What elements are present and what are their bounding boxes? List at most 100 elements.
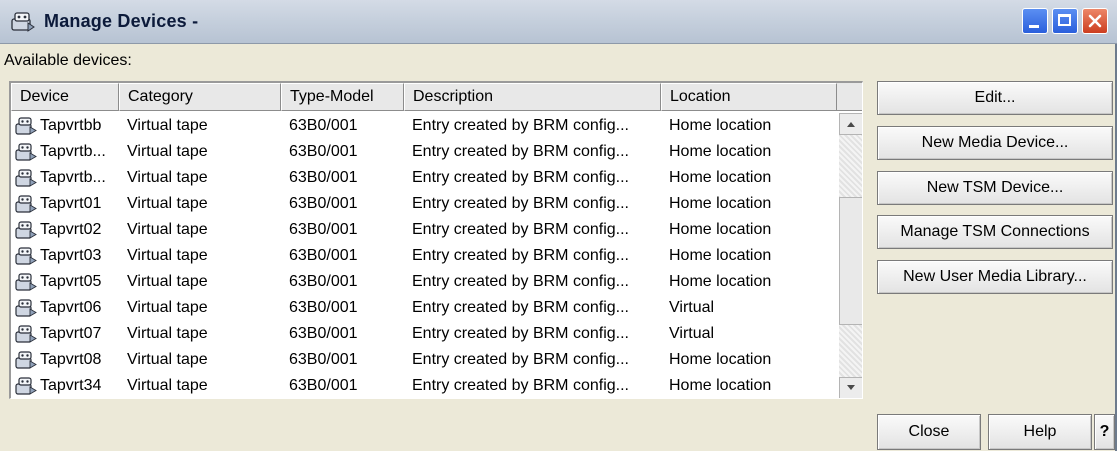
table-row[interactable]: Tapvrt02 Virtual tape 63B0/001 Entry create… — [11, 217, 837, 243]
column-header-description[interactable]: Description — [404, 83, 661, 111]
table-row[interactable]: Tapvrt08 Virtual tape 63B0/001 Entry create… — [11, 347, 837, 373]
tape-device-icon — [15, 350, 37, 370]
scrollbar-thumb[interactable] — [839, 197, 862, 325]
table-row[interactable]: Tapvrt06 Virtual tape 63B0/001 Entry create… — [11, 295, 837, 321]
device-name: Tapvrt06 — [40, 299, 102, 316]
cell-device: Tapvrt08 — [11, 350, 119, 370]
device-name: Tapvrt05 — [40, 273, 102, 290]
device-name: Tapvrt02 — [40, 221, 102, 238]
device-name: Tapvrt08 — [40, 351, 102, 368]
scroll-up-button[interactable] — [839, 113, 862, 135]
cell-type-model: 63B0/001 — [289, 117, 358, 134]
cell-device: Tapvrt06 — [11, 298, 119, 318]
cell-device: Tapvrt01 — [11, 194, 119, 214]
table-row[interactable]: Tapvrt01 Virtual tape 63B0/001 Entry create… — [11, 191, 837, 217]
cell-description: Entry created by BRM config... — [412, 325, 629, 342]
cell-type-model: 63B0/001 — [289, 143, 358, 160]
cell-type-model: 63B0/001 — [289, 195, 358, 212]
table-row[interactable]: Tapvrtb... Virtual tape 63B0/001 Entry crea… — [11, 139, 837, 165]
whats-this-button[interactable]: ? — [1094, 414, 1115, 450]
cell-type-model: 63B0/001 — [289, 169, 358, 186]
cell-description: Entry created by BRM config... — [412, 169, 629, 186]
title-bar[interactable]: Manage Devices - — [0, 0, 1117, 44]
available-devices-label: Available devices: — [4, 52, 132, 69]
cell-type-model: 63B0/001 — [289, 377, 358, 394]
window-title: Manage Devices - — [44, 11, 199, 31]
edit-button[interactable]: Edit... — [877, 81, 1113, 115]
cell-description: Entry created by BRM config... — [412, 299, 629, 316]
arrow-down-icon — [847, 385, 855, 390]
new-user-media-library-button[interactable]: New User Media Library... — [877, 260, 1113, 294]
tape-device-icon — [15, 220, 37, 240]
manage-tsm-connections-button[interactable]: Manage TSM Connections — [877, 215, 1113, 249]
cell-category: Virtual tape — [127, 377, 208, 394]
cell-location: Home location — [669, 195, 772, 212]
cell-device: Tapvrt34 — [11, 376, 119, 396]
cell-description: Entry created by BRM config... — [412, 221, 629, 238]
cell-device: Tapvrt07 — [11, 324, 119, 344]
tape-device-icon — [15, 298, 37, 318]
tape-device-icon — [15, 272, 37, 292]
help-button[interactable]: Help — [988, 414, 1092, 450]
cell-location: Home location — [669, 351, 772, 368]
device-name: Tapvrtbb — [40, 117, 102, 134]
tape-device-icon — [15, 376, 37, 396]
cell-type-model: 63B0/001 — [289, 325, 358, 342]
table-row[interactable]: Tapvrt07 Virtual tape 63B0/001 Entry create… — [11, 321, 837, 347]
cell-location: Home location — [669, 117, 772, 134]
cell-location: Home location — [669, 247, 772, 264]
device-name: Tapvrtb... — [40, 143, 106, 160]
column-header-category[interactable]: Category — [119, 83, 281, 111]
cell-location: Home location — [669, 143, 772, 160]
column-header-location[interactable]: Location — [661, 83, 837, 111]
tape-device-icon — [15, 246, 37, 266]
tape-device-icon — [15, 116, 37, 136]
new-media-device-button[interactable]: New Media Device... — [877, 126, 1113, 160]
cell-location: Home location — [669, 377, 772, 394]
device-name: Tapvrt01 — [40, 195, 102, 212]
maximize-button[interactable] — [1052, 8, 1078, 34]
table-row[interactable]: Tapvrtbb Virtual tape 63B0/001 Entry create… — [11, 113, 837, 139]
cell-description: Entry created by BRM config... — [412, 117, 629, 134]
cell-type-model: 63B0/001 — [289, 221, 358, 238]
scroll-down-button[interactable] — [839, 377, 862, 398]
column-header-type-model[interactable]: Type-Model — [281, 83, 404, 111]
cell-category: Virtual tape — [127, 247, 208, 264]
cell-device: Tapvrtb... — [11, 168, 119, 188]
close-icon — [1088, 14, 1102, 28]
new-tsm-device-button[interactable]: New TSM Device... — [877, 171, 1113, 205]
device-name: Tapvrt07 — [40, 325, 102, 342]
table-header: Device Category Type-Model Description Locat… — [11, 83, 837, 111]
cell-device: Tapvrt05 — [11, 272, 119, 292]
header-filler — [837, 83, 862, 111]
cell-category: Virtual tape — [127, 273, 208, 290]
maximize-icon — [1058, 14, 1071, 26]
cell-location: Home location — [669, 221, 772, 238]
cell-type-model: 63B0/001 — [289, 247, 358, 264]
tape-device-icon — [15, 194, 37, 214]
column-header-device[interactable]: Device — [11, 83, 119, 111]
close-window-button[interactable] — [1082, 8, 1108, 34]
cell-category: Virtual tape — [127, 169, 208, 186]
close-button[interactable]: Close — [877, 414, 981, 450]
cell-description: Entry created by BRM config... — [412, 247, 629, 264]
cell-device: Tapvrtb... — [11, 142, 119, 162]
table-row[interactable]: Tapvrt03 Virtual tape 63B0/001 Entry create… — [11, 243, 837, 269]
vertical-scrollbar[interactable] — [839, 113, 862, 398]
cell-category: Virtual tape — [127, 351, 208, 368]
device-name: Tapvrt03 — [40, 247, 102, 264]
cell-device: Tapvrt02 — [11, 220, 119, 240]
minimize-button[interactable] — [1022, 8, 1048, 34]
device-name: Tapvrt34 — [40, 377, 102, 394]
arrow-up-icon — [847, 122, 855, 127]
table-body: Tapvrtbb Virtual tape 63B0/001 Entry create… — [11, 113, 837, 398]
cell-description: Entry created by BRM config... — [412, 273, 629, 290]
table-row[interactable]: Tapvrt05 Virtual tape 63B0/001 Entry create… — [11, 269, 837, 295]
device-icon — [11, 12, 35, 32]
table-row[interactable]: Tapvrtb... Virtual tape 63B0/001 Entry crea… — [11, 165, 837, 191]
cell-device: Tapvrtbb — [11, 116, 119, 136]
minimize-icon — [1029, 25, 1039, 28]
cell-description: Entry created by BRM config... — [412, 195, 629, 212]
cell-description: Entry created by BRM config... — [412, 351, 629, 368]
table-row[interactable]: Tapvrt34 Virtual tape 63B0/001 Entry create… — [11, 373, 837, 398]
